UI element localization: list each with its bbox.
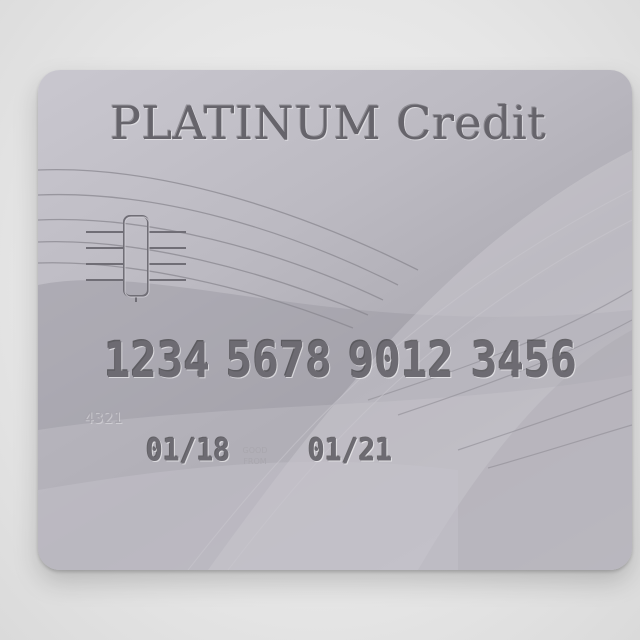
- card-bin-digits: 4321: [84, 408, 123, 427]
- good-from-label: GOOD FROM: [240, 445, 270, 467]
- emv-chip-icon: [86, 215, 186, 302]
- good-from-label-line-1: GOOD: [242, 446, 268, 455]
- good-from-label-line-2: FROM: [243, 457, 267, 466]
- valid-from-date: 01/18: [146, 432, 231, 469]
- expiry-date: 01/21: [308, 432, 393, 469]
- card-title: PLATINUM Credit: [110, 96, 547, 150]
- credit-card: PLATINUM Credit 1234 5678 9012 3456 4321…: [38, 70, 632, 570]
- card-number-group-2: 5678: [226, 332, 332, 390]
- card-number-group-4: 3456: [471, 332, 577, 390]
- card-number-group-3: 9012: [348, 332, 454, 390]
- card-number-group-1: 1234: [104, 332, 210, 390]
